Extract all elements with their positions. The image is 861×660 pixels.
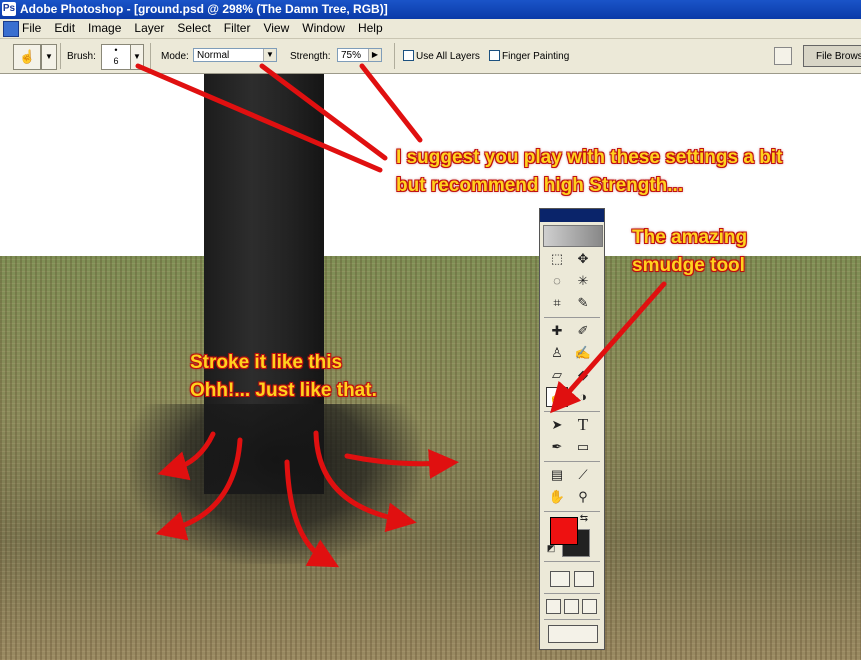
- move-tool-icon[interactable]: ✥: [572, 249, 594, 269]
- toolbox-divider: [544, 411, 600, 412]
- menu-window[interactable]: Window: [302, 19, 345, 38]
- menu-bar: File Edit Image Layer Select Filter View…: [0, 19, 861, 39]
- tool-preset-dropdown-arrow[interactable]: ▼: [41, 44, 57, 70]
- finger-painting-checkbox[interactable]: [489, 50, 500, 61]
- photoshop-logo-icon: Ps: [2, 2, 16, 16]
- eyedropper-tool-icon[interactable]: ⟋: [572, 465, 594, 485]
- settings-annotation-line2: but recommend high Strength...: [396, 175, 684, 196]
- brush-dropdown-arrow[interactable]: ▼: [130, 44, 144, 70]
- lasso-tool-icon[interactable]: ◌: [546, 271, 568, 291]
- use-all-layers-label: Use All Layers: [416, 51, 480, 62]
- smudge-annotation-line2: smudge tool: [632, 255, 745, 276]
- palette-well-icon[interactable]: [774, 47, 792, 65]
- zoom-tool-icon[interactable]: ⚲: [572, 487, 594, 507]
- pen-tool-icon[interactable]: ✒: [546, 437, 568, 457]
- foreground-color-swatch[interactable]: [550, 517, 578, 545]
- options-divider: [150, 43, 151, 69]
- stroke-annotation: Stroke it like this Ohh!... Just like th…: [190, 349, 377, 405]
- settings-annotation-line1: I suggest you play with these settings a…: [396, 147, 783, 168]
- smudge-finger-icon: ☝: [19, 49, 36, 64]
- strength-label: Strength:: [290, 51, 331, 62]
- menu-layer[interactable]: Layer: [134, 19, 164, 38]
- screen-mode-full-menu-icon[interactable]: [564, 599, 579, 614]
- paint-bucket-tool-icon[interactable]: ◆: [572, 365, 594, 385]
- strength-value: 75%: [341, 50, 362, 61]
- file-browser-tab[interactable]: File Brows: [803, 45, 861, 67]
- quick-mask-mode-icon[interactable]: [574, 571, 594, 587]
- mode-label: Mode:: [161, 51, 189, 62]
- swap-colors-icon[interactable]: ⇆: [578, 513, 590, 525]
- dodge-tool-icon[interactable]: ◑: [572, 387, 594, 407]
- options-divider: [60, 43, 61, 69]
- menu-filter[interactable]: Filter: [224, 19, 251, 38]
- options-divider: [394, 43, 395, 69]
- brush-size: 6: [113, 56, 119, 66]
- default-colors-icon[interactable]: ◩: [546, 543, 556, 553]
- magic-wand-tool-icon[interactable]: ✳: [572, 271, 594, 291]
- stroke-annotation-line1: Stroke it like this: [190, 352, 343, 373]
- brush-tool-icon[interactable]: ✐: [572, 321, 594, 341]
- screen-mode-standard-icon[interactable]: [546, 599, 561, 614]
- menu-view[interactable]: View: [263, 19, 289, 38]
- toolbox-divider: [544, 593, 600, 594]
- adobe-eye-logo-icon[interactable]: [543, 225, 603, 247]
- strength-field[interactable]: 75% ▶: [337, 48, 382, 62]
- tree-base-smudge: [130, 404, 420, 564]
- document-icon[interactable]: [3, 21, 19, 37]
- path-selection-tool-icon[interactable]: ➤: [546, 415, 568, 435]
- screen-mode-full-icon[interactable]: [582, 599, 597, 614]
- stroke-annotation-line2: Ohh!... Just like that.: [190, 380, 377, 401]
- smudge-annotation-line1: The amazing: [632, 227, 748, 248]
- menu-file[interactable]: File: [22, 19, 41, 38]
- tool-preset-picker[interactable]: ☝: [13, 44, 41, 70]
- toolbox-divider: [544, 461, 600, 462]
- mode-select[interactable]: Normal ▼: [193, 48, 277, 62]
- toolbox-divider: [544, 619, 600, 620]
- healing-brush-tool-icon[interactable]: ✚: [546, 321, 568, 341]
- menu-image[interactable]: Image: [88, 19, 121, 38]
- menu-help[interactable]: Help: [358, 19, 383, 38]
- title-bar: Ps Adobe Photoshop - [ground.psd @ 298% …: [0, 0, 861, 19]
- window-title: Adobe Photoshop - [ground.psd @ 298% (Th…: [20, 2, 388, 16]
- toolbox-palette: ⬚ ✥ ◌ ✳ ⌗ ✎ ✚ ✐ ♙ ✍ ▱ ◆ ☝ ◑ ➤ T ✒ ▭ ▤ ⟋ …: [539, 208, 605, 650]
- crop-tool-icon[interactable]: ⌗: [546, 293, 568, 313]
- toolbox-divider: [544, 511, 600, 512]
- rectangle-tool-icon[interactable]: ▭: [572, 437, 594, 457]
- marquee-tool-icon[interactable]: ⬚: [546, 249, 568, 269]
- standard-mode-icon[interactable]: [550, 571, 570, 587]
- chevron-right-icon: ▶: [368, 49, 381, 61]
- brush-dot-icon: •: [114, 45, 118, 55]
- hand-tool-icon[interactable]: ✋: [546, 487, 568, 507]
- history-brush-tool-icon[interactable]: ✍: [572, 343, 594, 363]
- type-tool-icon[interactable]: T: [572, 415, 594, 435]
- slice-tool-icon[interactable]: ✎: [572, 293, 594, 313]
- menu-edit[interactable]: Edit: [54, 19, 75, 38]
- clone-stamp-tool-icon[interactable]: ♙: [546, 343, 568, 363]
- toolbox-divider: [544, 317, 600, 318]
- mode-value: Normal: [197, 50, 230, 61]
- toolbox-divider: [544, 561, 600, 562]
- notes-tool-icon[interactable]: ▤: [546, 465, 568, 485]
- settings-annotation: I suggest you play with these settings a…: [396, 144, 782, 200]
- eraser-tool-icon[interactable]: ▱: [546, 365, 568, 385]
- brush-label: Brush:: [67, 51, 96, 62]
- smudge-tool-icon[interactable]: ☝: [546, 387, 568, 407]
- jump-to-imageready-icon[interactable]: [548, 625, 598, 643]
- menu-select[interactable]: Select: [177, 19, 210, 38]
- smudge-tool-annotation: The amazing smudge tool: [632, 224, 747, 280]
- chevron-down-icon: ▼: [263, 49, 276, 61]
- options-bar: ☝ ▼ Brush: • 6 ▼ Mode: Normal ▼ Strength…: [0, 39, 861, 74]
- use-all-layers-checkbox[interactable]: [403, 50, 414, 61]
- toolbox-title-bar[interactable]: [540, 209, 604, 222]
- finger-painting-label: Finger Painting: [502, 51, 570, 62]
- brush-preview[interactable]: • 6: [101, 44, 131, 70]
